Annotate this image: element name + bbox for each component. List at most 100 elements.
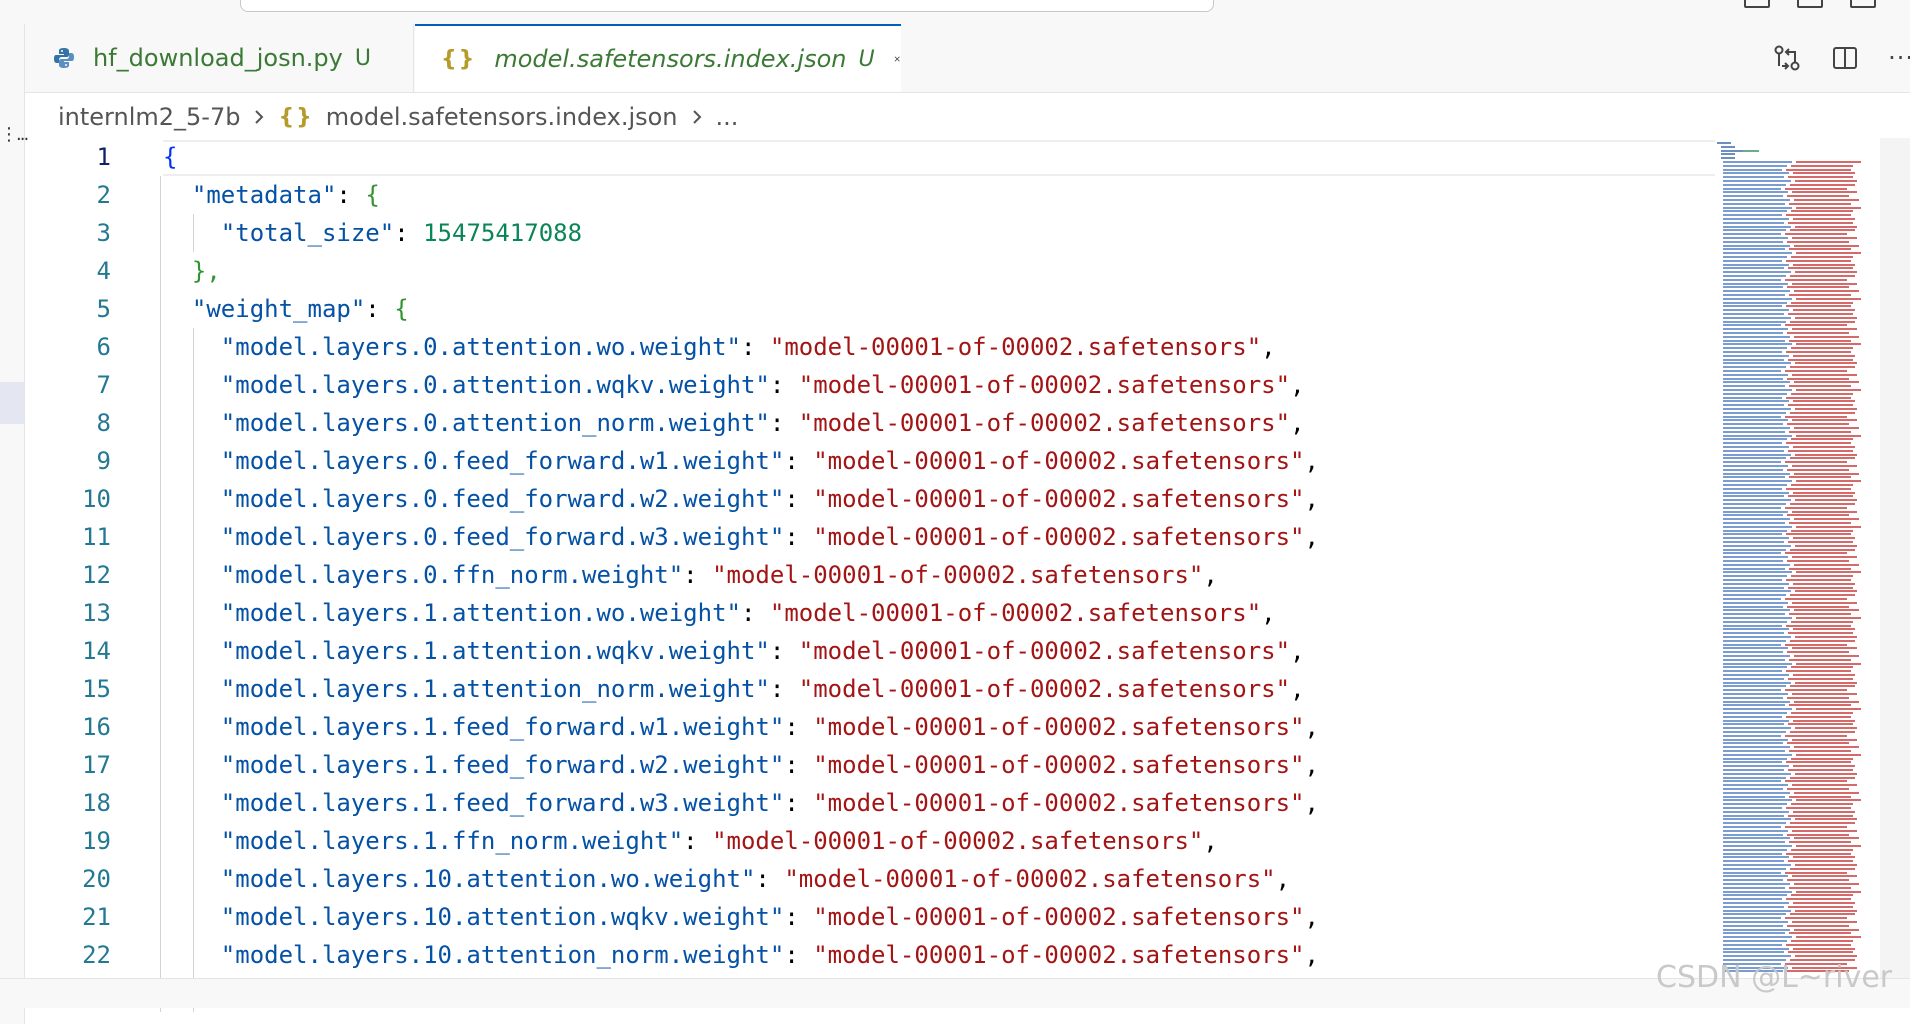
code-line[interactable]: 5 "weight_map": { bbox=[25, 290, 1715, 328]
minimap-line bbox=[1795, 180, 1857, 182]
minimap-line bbox=[1786, 624, 1851, 627]
close-icon[interactable] bbox=[893, 46, 901, 72]
code-line[interactable]: 1{ bbox=[25, 138, 1715, 176]
code-line[interactable]: 3 "total_size": 15475417088 bbox=[25, 214, 1715, 252]
minimap-line bbox=[1790, 229, 1855, 232]
code-line[interactable]: 19 "model.layers.1.ffn_norm.weight": "mo… bbox=[25, 822, 1715, 860]
minimap-line bbox=[1793, 902, 1855, 904]
toggle-panel-icon[interactable] bbox=[1797, 0, 1823, 8]
toggle-primary-sidebar-icon[interactable] bbox=[1744, 0, 1770, 8]
minimap-line bbox=[1723, 218, 1789, 220]
split-editor-icon[interactable] bbox=[1832, 45, 1858, 71]
minimap-line bbox=[1723, 674, 1789, 676]
breadcrumb-file[interactable]: model.safetensors.index.json bbox=[326, 103, 678, 131]
code-line[interactable]: 4 }, bbox=[25, 252, 1715, 290]
minimap-line bbox=[1723, 696, 1783, 699]
minimap-line bbox=[1723, 791, 1790, 794]
comma: , bbox=[1304, 941, 1319, 969]
minimap-line bbox=[1723, 940, 1787, 942]
code-line[interactable]: 11 "model.layers.0.feed_forward.w3.weigh… bbox=[25, 518, 1715, 556]
minimap-line bbox=[1789, 385, 1851, 388]
minimap-line bbox=[1723, 408, 1791, 410]
minimap-line bbox=[1723, 446, 1789, 448]
code-line[interactable]: 18 "model.layers.1.feed_forward.w3.weigh… bbox=[25, 784, 1715, 822]
minimap-line bbox=[1791, 575, 1853, 578]
minimap-line bbox=[1743, 149, 1759, 152]
minimap-line bbox=[1723, 700, 1790, 703]
code-editor[interactable]: 1{2 "metadata": {3 "total_size": 1547541… bbox=[25, 138, 1715, 1012]
code-line[interactable]: 13 "model.layers.1.attention.wo.weight":… bbox=[25, 594, 1715, 632]
minimap-line bbox=[1723, 575, 1787, 578]
tab-model-safetensors-index-json[interactable]: {} model.safetensors.index.json U bbox=[415, 24, 901, 92]
line-number: 4 bbox=[96, 257, 111, 285]
colon: : bbox=[336, 181, 366, 209]
minimap-line bbox=[1796, 845, 1861, 847]
minimap-line bbox=[1723, 491, 1789, 494]
minimap-line bbox=[1787, 696, 1849, 699]
line-number: 6 bbox=[96, 333, 111, 361]
code-line[interactable]: 12 "model.layers.0.ffn_norm.weight": "mo… bbox=[25, 556, 1715, 594]
minimap-line bbox=[1789, 202, 1851, 205]
minimap-line bbox=[1786, 943, 1851, 946]
code-line[interactable]: 21 "model.layers.10.attention.wqkv.weigh… bbox=[25, 898, 1715, 936]
code-text: "model.layers.1.feed_forward.w2.weight":… bbox=[163, 746, 1319, 784]
minimap-line bbox=[1723, 206, 1792, 209]
code-line[interactable]: 22 "model.layers.10.attention_norm.weigh… bbox=[25, 936, 1715, 974]
minimap-line bbox=[1723, 195, 1783, 198]
vertical-scrollbar[interactable] bbox=[1880, 138, 1910, 978]
code-line[interactable]: 2 "metadata": { bbox=[25, 176, 1715, 214]
minimap-line bbox=[1723, 860, 1784, 863]
minimap-line bbox=[1792, 465, 1857, 467]
command-center[interactable] bbox=[240, 0, 1214, 12]
minimap-line bbox=[1786, 214, 1851, 217]
tab-hf-download-josn-py[interactable]: hf_download_josn.py U bbox=[25, 24, 414, 92]
minimap-line bbox=[1786, 715, 1851, 718]
minimap-line bbox=[1723, 472, 1790, 475]
minimap-line bbox=[1792, 419, 1857, 422]
minimap-line bbox=[1795, 316, 1857, 319]
code-line[interactable]: 8 "model.layers.0.attention_norm.weight"… bbox=[25, 404, 1715, 442]
json-braces-icon: {} bbox=[441, 46, 477, 72]
minimap[interactable] bbox=[1715, 138, 1880, 978]
toggle-secondary-sidebar-icon[interactable] bbox=[1850, 0, 1876, 8]
minimap-line bbox=[1793, 628, 1855, 631]
code-line[interactable]: 10 "model.layers.0.feed_forward.w2.weigh… bbox=[25, 480, 1715, 518]
code-text: "model.layers.10.attention.wqkv.weight":… bbox=[163, 898, 1319, 936]
minimap-line bbox=[1791, 803, 1853, 806]
minimap-line bbox=[1791, 438, 1853, 441]
code-line[interactable]: 14 "model.layers.1.attention.wqkv.weight… bbox=[25, 632, 1715, 670]
more-actions-icon[interactable]: ··· bbox=[1888, 44, 1910, 72]
minimap-line bbox=[1723, 647, 1788, 650]
minimap-line bbox=[1723, 571, 1792, 574]
code-line[interactable]: 9 "model.layers.0.feed_forward.w1.weight… bbox=[25, 442, 1715, 480]
code-text: "model.layers.1.feed_forward.w1.weight":… bbox=[163, 708, 1319, 746]
open-changes-icon[interactable] bbox=[1772, 44, 1802, 72]
minimap-line bbox=[1723, 381, 1790, 384]
code-text: "model.layers.1.feed_forward.w3.weight":… bbox=[163, 784, 1319, 822]
minimap-line bbox=[1786, 533, 1851, 536]
minimap-line bbox=[1723, 867, 1786, 870]
minimap-line bbox=[1786, 807, 1851, 809]
python-icon bbox=[54, 48, 74, 68]
colon: : bbox=[769, 371, 799, 399]
breadcrumb-symbols[interactable]: ... bbox=[716, 103, 739, 131]
minimap-line bbox=[1785, 506, 1847, 509]
json-braces-icon: {} bbox=[278, 104, 314, 130]
comma: , bbox=[1304, 789, 1319, 817]
code-line[interactable]: 6 "model.layers.0.attention.wo.weight": … bbox=[25, 328, 1715, 366]
minimap-line bbox=[1723, 419, 1788, 422]
minimap-line bbox=[1723, 734, 1781, 737]
code-line[interactable]: 15 "model.layers.1.attention_norm.weight… bbox=[25, 670, 1715, 708]
minimap-line bbox=[1723, 693, 1788, 695]
code-line[interactable]: 17 "model.layers.1.feed_forward.w2.weigh… bbox=[25, 746, 1715, 784]
code-line[interactable]: 20 "model.layers.10.attention.wo.weight"… bbox=[25, 860, 1715, 898]
code-line[interactable]: 16 "model.layers.1.feed_forward.w1.weigh… bbox=[25, 708, 1715, 746]
activity-more-icon[interactable]: ⋮... bbox=[0, 124, 29, 145]
minimap-line bbox=[1792, 282, 1857, 285]
minimap-line bbox=[1785, 643, 1847, 646]
minimap-line bbox=[1796, 525, 1861, 528]
breadcrumb-folder[interactable]: internlm2_5-7b bbox=[58, 103, 240, 131]
minimap-line bbox=[1723, 829, 1788, 832]
minimap-line bbox=[1787, 195, 1849, 198]
code-line[interactable]: 7 "model.layers.0.attention.wqkv.weight"… bbox=[25, 366, 1715, 404]
